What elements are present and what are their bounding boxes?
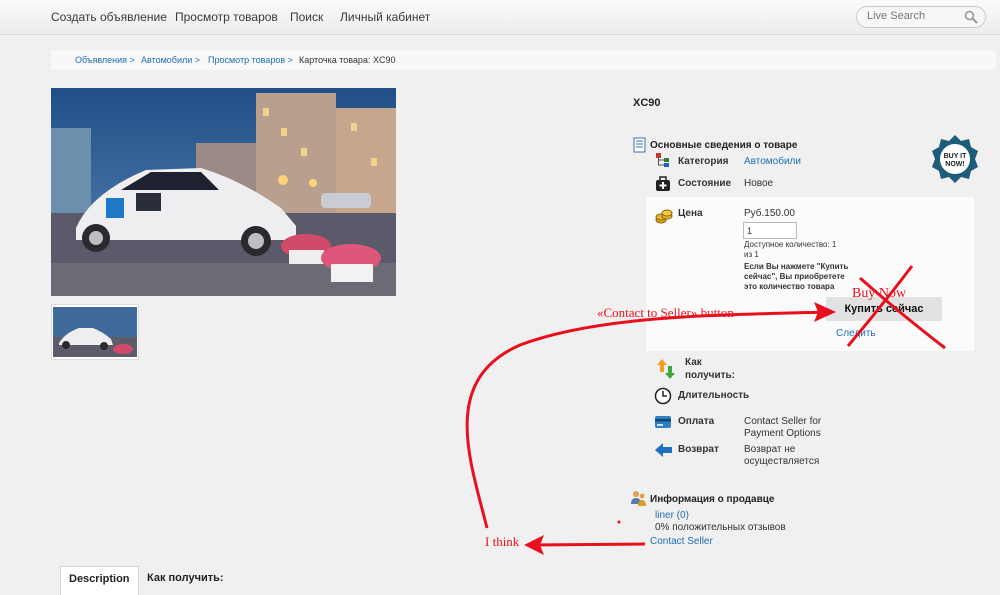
annotation-dot bbox=[617, 520, 621, 524]
annotation-buy-now-note: Buy Now bbox=[852, 286, 907, 301]
annotation-straight-arrow bbox=[531, 542, 646, 547]
annotation-overlay bbox=[465, 265, 946, 555]
annotation-i-think-note: I think bbox=[485, 534, 520, 549]
annotation-cross-stroke-2 bbox=[846, 265, 914, 347]
annotation-contact-button-note: «Contact to Seller» button bbox=[597, 305, 734, 320]
annotation-curve-arrow bbox=[465, 310, 831, 529]
